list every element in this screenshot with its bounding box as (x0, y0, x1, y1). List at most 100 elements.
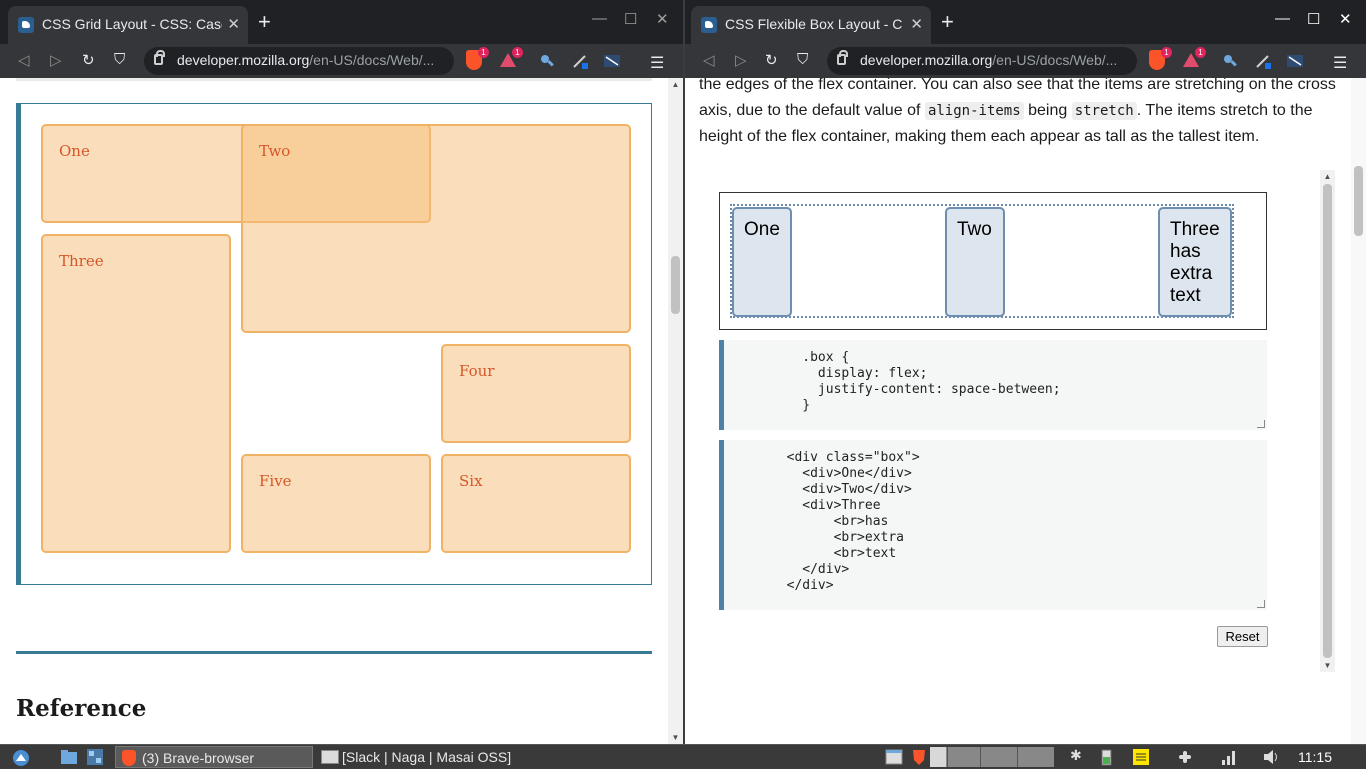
html-code-editor[interactable]: <div class="box"> <div>One</div> <div>Tw… (719, 440, 1267, 610)
grid-example-frame: One Two Three Four Five Six (16, 103, 652, 585)
rewards-badge: 1 (512, 47, 523, 58)
close-window-icon[interactable]: ✕ (1339, 10, 1352, 28)
network-signal-icon[interactable] (1220, 748, 1238, 766)
battery-icon[interactable] (1098, 748, 1116, 766)
taskbar-item-slack[interactable]: [Slack | Naga | Masai OSS] (318, 746, 518, 768)
grid-item-two: Two (241, 124, 631, 333)
url-host: developer.mozilla.org (177, 52, 310, 68)
window-list-icon[interactable] (885, 748, 903, 766)
extension-pen-icon[interactable] (1255, 53, 1271, 69)
shields-badge: 1 (1161, 47, 1172, 58)
tab-css-flexbox[interactable]: CSS Flexible Box Layout - C ✕ (691, 6, 931, 44)
scroll-down-icon[interactable]: ▼ (668, 733, 683, 742)
brave-icon (122, 750, 136, 766)
volume-icon[interactable] (1262, 748, 1280, 766)
reload-icon[interactable]: ↻ (82, 51, 95, 69)
bookmark-icon[interactable]: ⛉ (797, 51, 808, 68)
inline-code: align-items (924, 102, 1024, 120)
slack-tray-icon[interactable] (1176, 748, 1194, 766)
flex-container: One Two Three has extra text (730, 204, 1234, 318)
page-content: One Two Three Four Five Six Reference ▲ … (0, 78, 683, 744)
example-scrollbar[interactable]: ▲ ▼ (1320, 170, 1335, 672)
taskbar: (3) Brave-browser [Slack | Naga | Masai … (0, 744, 1366, 768)
grid-item-three: Three (41, 234, 231, 553)
resize-handle[interactable] (1257, 420, 1265, 428)
shields-badge: 1 (478, 47, 489, 58)
mdn-favicon-icon (701, 17, 717, 33)
extension-screenshot-icon[interactable] (1287, 53, 1303, 69)
new-tab-button[interactable]: + (258, 11, 271, 33)
grid-item-five: Five (241, 454, 431, 553)
tab-strip: CSS Flexible Box Layout - C ✕ + — ☐ ✕ (685, 0, 1366, 44)
tab-close-icon[interactable]: ✕ (910, 15, 923, 33)
clock[interactable]: 11:15 (1298, 746, 1332, 768)
live-example-frame: One Two Three has extra text .box { disp… (717, 170, 1335, 672)
left-browser-window: CSS Grid Layout - CSS: Casca ✕ + — ☐ ✕ ◁… (0, 0, 683, 744)
scrollbar-thumb[interactable] (671, 256, 680, 314)
reload-icon[interactable]: ↻ (765, 51, 778, 69)
extension-icon[interactable] (539, 53, 555, 69)
back-icon[interactable]: ◁ (703, 51, 715, 69)
extension-icon[interactable] (1222, 53, 1238, 69)
maximize-icon[interactable]: ☐ (624, 10, 637, 28)
start-menu-icon[interactable] (12, 748, 30, 766)
window-icon (321, 750, 339, 764)
bluetooth-icon[interactable]: ✱ (1070, 747, 1082, 764)
resize-handle[interactable] (1257, 600, 1265, 608)
divider (16, 78, 652, 81)
address-bar[interactable]: developer.mozilla.org/en-US/docs/Web/... (827, 47, 1137, 75)
scroll-down-icon[interactable]: ▼ (1320, 661, 1335, 670)
scroll-up-icon[interactable]: ▲ (1320, 172, 1335, 181)
desktop-switcher-icon[interactable] (86, 748, 104, 766)
page-content: the edges of the flex container. You can… (685, 78, 1366, 744)
maximize-icon[interactable]: ☐ (1307, 10, 1320, 28)
flex-item-three: Three has extra text (1158, 207, 1232, 317)
minimize-icon[interactable]: — (1275, 10, 1290, 27)
file-manager-icon[interactable] (60, 748, 78, 766)
workspace-switcher[interactable] (930, 747, 1054, 767)
page-scrollbar[interactable]: ▲ ▼ (668, 78, 683, 744)
flex-item-one: One (732, 207, 792, 317)
flex-container-preview: One Two Three has extra text (719, 192, 1267, 330)
right-browser-window: CSS Flexible Box Layout - C ✕ + — ☐ ✕ ◁ … (685, 0, 1366, 744)
tab-title: CSS Grid Layout - CSS: Casca (42, 16, 222, 32)
css-code-editor[interactable]: .box { display: flex; justify-content: s… (719, 340, 1267, 430)
extension-pen-icon[interactable] (572, 53, 588, 69)
grid-item-six: Six (441, 454, 631, 553)
rewards-badge: 1 (1195, 47, 1206, 58)
taskbar-item-brave[interactable]: (3) Brave-browser (115, 746, 313, 768)
forward-icon[interactable]: ▷ (735, 51, 747, 69)
tab-strip: CSS Grid Layout - CSS: Casca ✕ + — ☐ ✕ (0, 0, 683, 44)
mdn-favicon-icon (18, 17, 34, 33)
url-path: /en-US/docs/Web/... (992, 52, 1118, 68)
forward-icon[interactable]: ▷ (50, 51, 62, 69)
back-icon[interactable]: ◁ (18, 51, 30, 69)
url-host: developer.mozilla.org (860, 52, 993, 68)
address-bar[interactable]: developer.mozilla.org/en-US/docs/Web/... (144, 47, 454, 75)
url-path: /en-US/docs/Web/... (309, 52, 435, 68)
reset-button[interactable]: Reset (1217, 626, 1268, 647)
lock-icon (154, 50, 165, 65)
menu-icon[interactable]: ☰ (650, 53, 664, 73)
section-divider (16, 651, 652, 654)
close-window-icon[interactable]: ✕ (656, 10, 669, 28)
scrollbar-thumb[interactable] (1354, 166, 1363, 236)
inline-code: stretch (1071, 102, 1137, 120)
toolbar: ◁ ▷ ↻ ⛉ developer.mozilla.org/en-US/docs… (685, 44, 1366, 78)
page-scrollbar[interactable] (1351, 78, 1366, 744)
minimize-icon[interactable]: — (592, 10, 607, 27)
new-tab-button[interactable]: + (941, 11, 954, 33)
reference-heading: Reference (16, 695, 147, 722)
menu-icon[interactable]: ☰ (1333, 53, 1347, 73)
bookmark-icon[interactable]: ⛉ (114, 51, 125, 68)
scrollbar-thumb[interactable] (1323, 184, 1332, 658)
tab-title: CSS Flexible Box Layout - C (725, 16, 903, 32)
scroll-up-icon[interactable]: ▲ (668, 80, 683, 89)
explanation-paragraph: the edges of the flex container. You can… (699, 78, 1336, 145)
notes-icon[interactable] (1132, 748, 1150, 766)
lock-icon (837, 50, 848, 65)
tab-close-icon[interactable]: ✕ (227, 15, 240, 33)
brave-tray-icon[interactable] (910, 748, 928, 766)
tab-css-grid[interactable]: CSS Grid Layout - CSS: Casca ✕ (8, 6, 248, 44)
extension-screenshot-icon[interactable] (604, 53, 620, 69)
